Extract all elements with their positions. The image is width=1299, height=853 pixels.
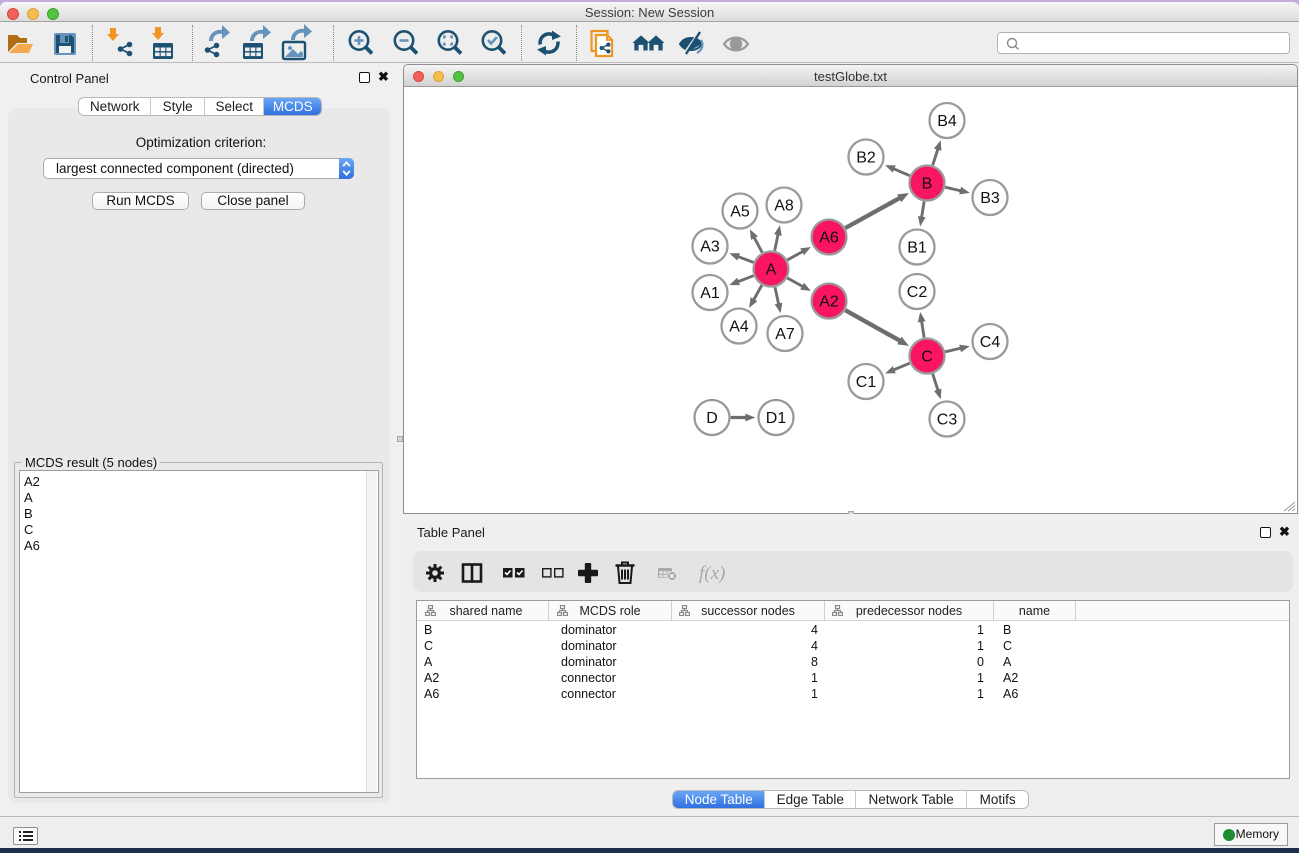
svg-text:B1: B1	[907, 240, 927, 257]
svg-text:A7: A7	[775, 326, 795, 343]
svg-text:A6: A6	[819, 230, 839, 247]
svg-text:C2: C2	[907, 284, 928, 301]
svg-text:B4: B4	[937, 113, 957, 130]
svg-text:B2: B2	[856, 150, 876, 167]
svg-text:A2: A2	[819, 294, 839, 311]
svg-text:A: A	[766, 262, 777, 279]
svg-text:C4: C4	[980, 334, 1001, 351]
svg-text:C: C	[921, 349, 933, 366]
svg-text:A1: A1	[700, 285, 720, 302]
svg-text:A5: A5	[730, 204, 750, 221]
svg-text:C3: C3	[937, 412, 958, 429]
svg-text:B: B	[922, 176, 933, 193]
svg-text:f(x): f(x)	[699, 563, 725, 584]
svg-text:A4: A4	[729, 319, 749, 336]
svg-text:A3: A3	[700, 239, 720, 256]
svg-text:A8: A8	[774, 198, 794, 215]
svg-text:D1: D1	[766, 410, 787, 427]
svg-text:D: D	[706, 410, 718, 427]
svg-text:C1: C1	[856, 374, 877, 391]
svg-text:B3: B3	[980, 190, 1000, 207]
